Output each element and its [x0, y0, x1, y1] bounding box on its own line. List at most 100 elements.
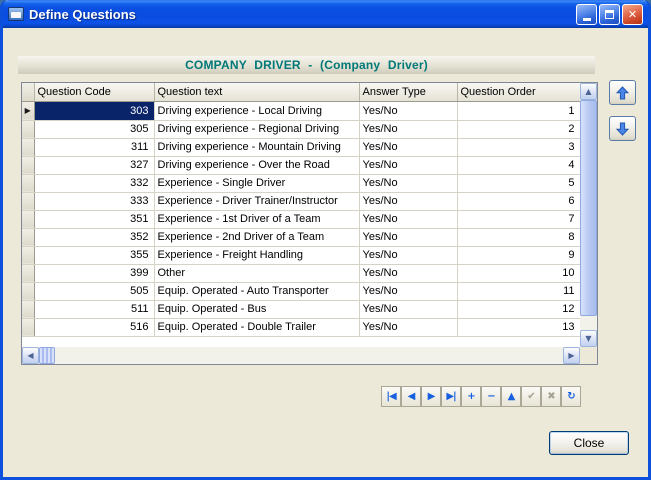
table-row[interactable]: 351Experience - 1st Driver of a TeamYes/…: [22, 210, 580, 228]
maximize-button[interactable]: [599, 4, 620, 25]
vertical-scrollbar[interactable]: ▲ ▼: [580, 83, 597, 347]
grid-cell[interactable]: 355: [34, 246, 154, 264]
grid-cell[interactable]: 332: [34, 174, 154, 192]
row-selector[interactable]: [22, 264, 34, 282]
move-down-button[interactable]: [609, 116, 636, 141]
grid-cell[interactable]: 12: [457, 300, 580, 318]
grid-cell[interactable]: 1: [457, 101, 580, 120]
horizontal-scroll-thumb[interactable]: [39, 347, 55, 364]
grid-cell[interactable]: Equip. Operated - Auto Transporter: [154, 282, 359, 300]
table-row[interactable]: 327Driving experience - Over the RoadYes…: [22, 156, 580, 174]
grid-cell[interactable]: 505: [34, 282, 154, 300]
grid-cell[interactable]: 311: [34, 138, 154, 156]
next-record-button[interactable]: ▶: [421, 386, 441, 407]
grid-cell[interactable]: 8: [457, 228, 580, 246]
row-selector[interactable]: [22, 228, 34, 246]
grid-cell[interactable]: Experience - Single Driver: [154, 174, 359, 192]
grid-cell[interactable]: Driving experience - Mountain Driving: [154, 138, 359, 156]
grid-cell[interactable]: Driving experience - Regional Driving: [154, 120, 359, 138]
scroll-left-button[interactable]: ◀: [22, 347, 39, 364]
grid-cell[interactable]: Equip. Operated - Double Trailer: [154, 318, 359, 336]
horizontal-scrollbar[interactable]: ◀ ▶: [22, 347, 580, 364]
grid-cell[interactable]: 305: [34, 120, 154, 138]
edit-record-button[interactable]: ▲: [501, 386, 521, 407]
grid-cell[interactable]: 327: [34, 156, 154, 174]
scroll-right-button[interactable]: ▶: [563, 347, 580, 364]
table-row[interactable]: 355Experience - Freight HandlingYes/No9: [22, 246, 580, 264]
grid-cell[interactable]: Other: [154, 264, 359, 282]
grid-cell[interactable]: Equip. Operated - Bus: [154, 300, 359, 318]
delete-record-button[interactable]: −: [481, 386, 501, 407]
grid-cell[interactable]: 303: [34, 101, 154, 120]
grid-cell[interactable]: 352: [34, 228, 154, 246]
table-row[interactable]: 311Driving experience - Mountain Driving…: [22, 138, 580, 156]
grid-cell[interactable]: 10: [457, 264, 580, 282]
grid-cell[interactable]: 333: [34, 192, 154, 210]
grid-cell[interactable]: 7: [457, 210, 580, 228]
grid-cell[interactable]: 9: [457, 246, 580, 264]
table-row[interactable]: ▶303Driving experience - Local DrivingYe…: [22, 101, 580, 120]
col-header-question-code[interactable]: Question Code: [34, 83, 154, 101]
row-selector[interactable]: [22, 174, 34, 192]
refresh-button[interactable]: ↻: [561, 386, 581, 407]
grid-cell[interactable]: Yes/No: [359, 246, 457, 264]
grid-cell[interactable]: Yes/No: [359, 174, 457, 192]
grid-cell[interactable]: 3: [457, 138, 580, 156]
row-selector[interactable]: [22, 318, 34, 336]
insert-record-button[interactable]: +: [461, 386, 481, 407]
grid-cell[interactable]: Yes/No: [359, 282, 457, 300]
title-bar[interactable]: Define Questions ✕: [3, 0, 648, 28]
grid-cell[interactable]: 351: [34, 210, 154, 228]
horizontal-scroll-track[interactable]: [55, 347, 563, 364]
grid-cell[interactable]: 6: [457, 192, 580, 210]
row-selector[interactable]: [22, 300, 34, 318]
grid-cell[interactable]: Yes/No: [359, 192, 457, 210]
grid-cell[interactable]: 13: [457, 318, 580, 336]
grid-cell[interactable]: 516: [34, 318, 154, 336]
grid-cell[interactable]: Yes/No: [359, 120, 457, 138]
vertical-scroll-track[interactable]: [580, 100, 597, 330]
col-header-answer-type[interactable]: Answer Type: [359, 83, 457, 101]
grid-cell[interactable]: 511: [34, 300, 154, 318]
grid-cell[interactable]: Yes/No: [359, 210, 457, 228]
move-up-button[interactable]: [609, 80, 636, 105]
grid-cell[interactable]: Yes/No: [359, 300, 457, 318]
table-row[interactable]: 333Experience - Driver Trainer/Instructo…: [22, 192, 580, 210]
col-header-question-text[interactable]: Question text: [154, 83, 359, 101]
last-record-button[interactable]: ▶|: [441, 386, 461, 407]
table-row[interactable]: 305Driving experience - Regional Driving…: [22, 120, 580, 138]
scroll-down-button[interactable]: ▼: [580, 330, 597, 347]
table-row[interactable]: 511Equip. Operated - BusYes/No12: [22, 300, 580, 318]
col-header-question-order[interactable]: Question Order: [457, 83, 580, 101]
grid-cell[interactable]: Experience - Freight Handling: [154, 246, 359, 264]
grid-cell[interactable]: Yes/No: [359, 101, 457, 120]
row-selector[interactable]: [22, 120, 34, 138]
grid-cell[interactable]: 2: [457, 120, 580, 138]
grid-cell[interactable]: Yes/No: [359, 318, 457, 336]
first-record-button[interactable]: |◀: [381, 386, 401, 407]
grid-cell[interactable]: 4: [457, 156, 580, 174]
grid-cell[interactable]: Yes/No: [359, 156, 457, 174]
grid-cell[interactable]: Yes/No: [359, 228, 457, 246]
table-row[interactable]: 399OtherYes/No10: [22, 264, 580, 282]
minimize-button[interactable]: [576, 4, 597, 25]
prior-record-button[interactable]: ◀: [401, 386, 421, 407]
grid-cell[interactable]: 399: [34, 264, 154, 282]
row-selector[interactable]: [22, 156, 34, 174]
table-row[interactable]: 505Equip. Operated - Auto TransporterYes…: [22, 282, 580, 300]
table-row[interactable]: 352Experience - 2nd Driver of a TeamYes/…: [22, 228, 580, 246]
vertical-scroll-thumb[interactable]: [580, 100, 597, 316]
row-selector[interactable]: ▶: [22, 101, 34, 120]
grid-cell[interactable]: Yes/No: [359, 264, 457, 282]
row-selector[interactable]: [22, 210, 34, 228]
table-row[interactable]: 332Experience - Single DriverYes/No5: [22, 174, 580, 192]
grid-cell[interactable]: Yes/No: [359, 138, 457, 156]
grid-cell[interactable]: Experience - 1st Driver of a Team: [154, 210, 359, 228]
row-selector[interactable]: [22, 192, 34, 210]
close-window-button[interactable]: ✕: [622, 4, 643, 25]
grid-cell[interactable]: Experience - Driver Trainer/Instructor: [154, 192, 359, 210]
row-selector[interactable]: [22, 138, 34, 156]
scroll-up-button[interactable]: ▲: [580, 83, 597, 100]
table-row[interactable]: 516Equip. Operated - Double TrailerYes/N…: [22, 318, 580, 336]
grid-cell[interactable]: 5: [457, 174, 580, 192]
